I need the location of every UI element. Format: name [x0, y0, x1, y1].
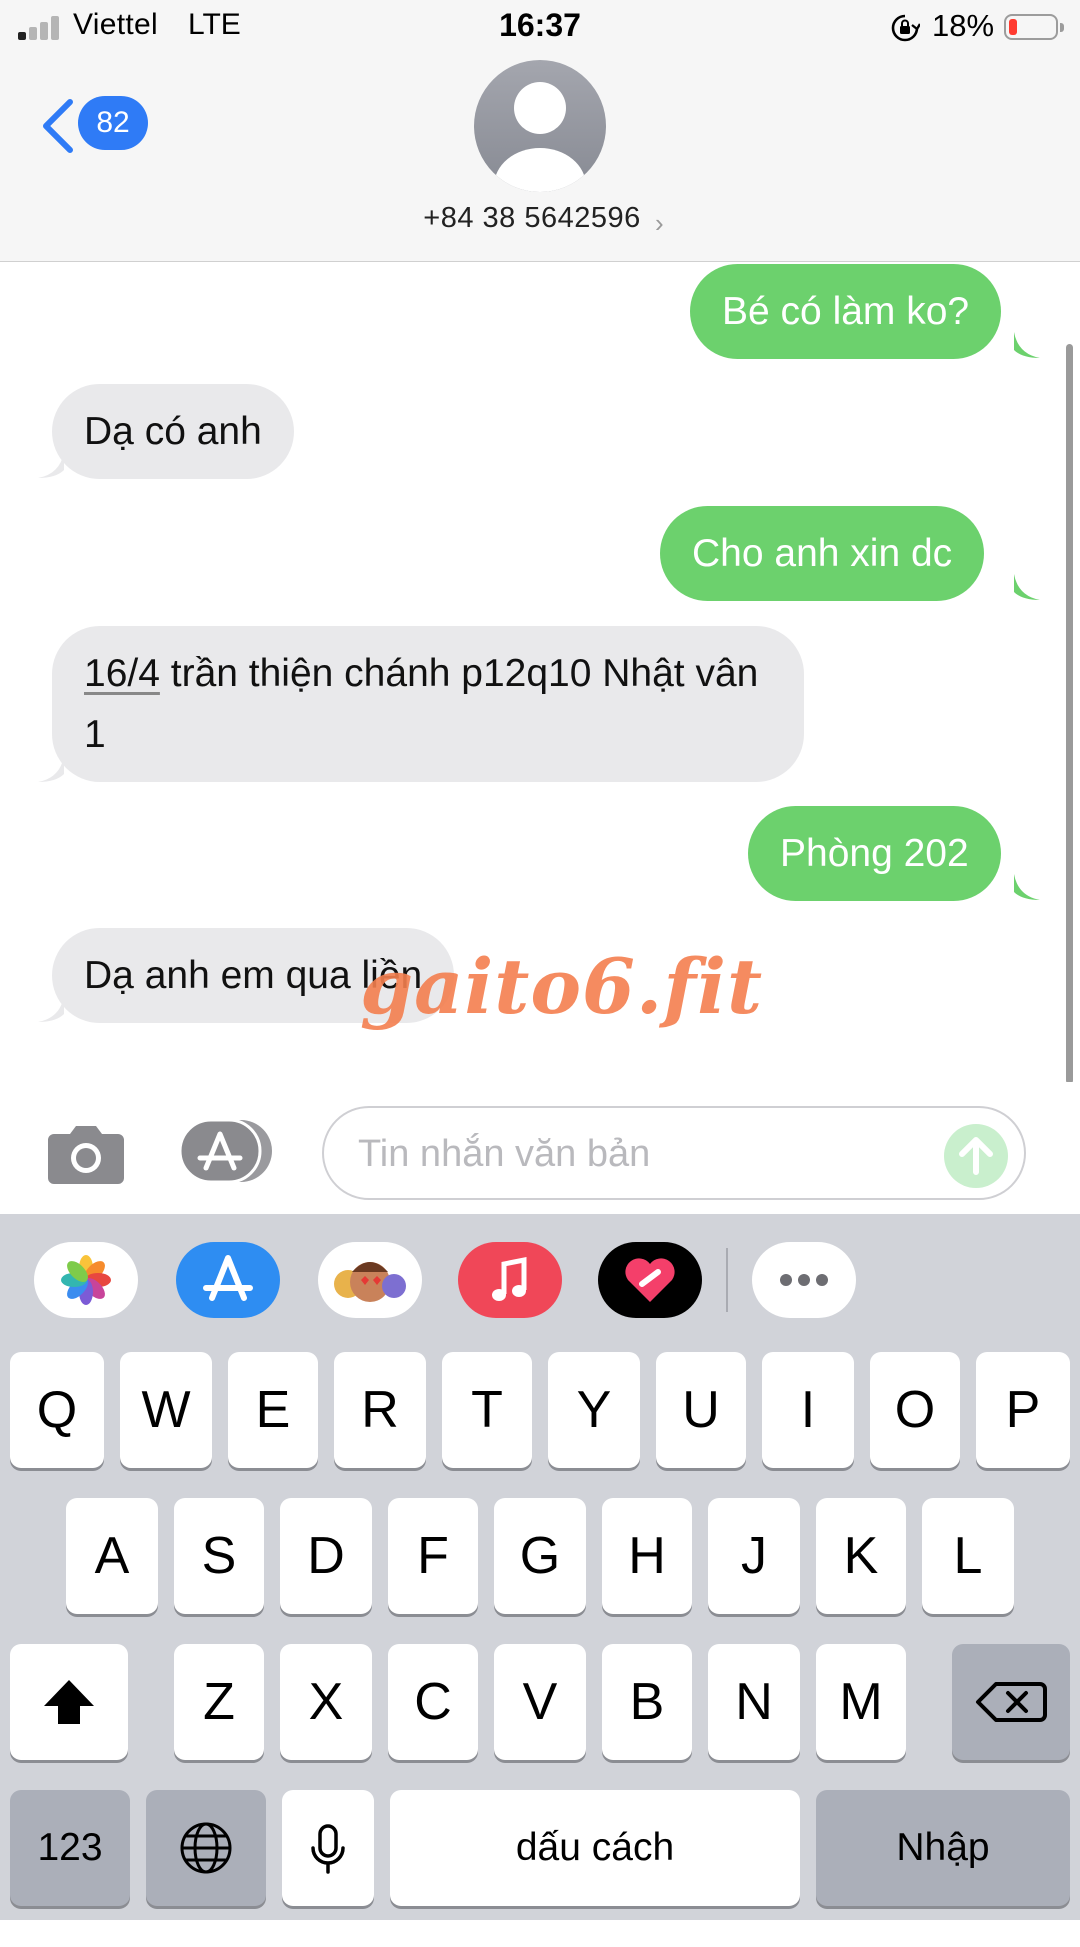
unread-count-badge[interactable]: 82 — [78, 96, 148, 150]
key-e[interactable]: E — [228, 1352, 318, 1468]
key-y[interactable]: Y — [548, 1352, 640, 1468]
key-j[interactable]: J — [708, 1498, 800, 1614]
bubble-tail — [1014, 574, 1040, 600]
message-text: trần thiện chánh p12q10 Nhật vân 1 — [84, 652, 759, 756]
space-key[interactable]: dấu cách — [390, 1790, 800, 1906]
key-d[interactable]: D — [280, 1498, 372, 1614]
camera-icon[interactable] — [46, 1122, 126, 1184]
key-s[interactable]: S — [174, 1498, 264, 1614]
imessage-app-strip — [0, 1214, 1080, 1344]
chevron-left-icon[interactable] — [40, 98, 76, 154]
key-m[interactable]: M — [816, 1644, 906, 1760]
key-h[interactable]: H — [602, 1498, 692, 1614]
key-l[interactable]: L — [922, 1498, 1014, 1614]
rotation-lock-icon — [891, 14, 920, 42]
message-text: Cho anh xin dc — [692, 532, 953, 575]
battery-percent: 18% — [932, 8, 995, 43]
key-w[interactable]: W — [120, 1352, 212, 1468]
send-button[interactable] — [944, 1124, 1008, 1188]
app-store-icon[interactable] — [180, 1120, 278, 1182]
key-q[interactable]: Q — [10, 1352, 104, 1468]
key-r[interactable]: R — [334, 1352, 426, 1468]
message-input-field[interactable] — [322, 1106, 1026, 1200]
incoming-message[interactable]: 16/4 trần thiện chánh p12q10 Nhật vân 1 — [52, 626, 804, 782]
more-apps-icon[interactable] — [752, 1242, 856, 1318]
key-t[interactable]: T — [442, 1352, 532, 1468]
message-text: Phòng 202 — [780, 832, 969, 875]
incoming-message[interactable]: Dạ có anh — [52, 384, 294, 479]
key-c[interactable]: C — [388, 1644, 478, 1760]
backspace-icon — [976, 1682, 1047, 1722]
bubble-tail — [1014, 332, 1040, 358]
outgoing-message[interactable]: Cho anh xin dc — [660, 506, 985, 601]
key-x[interactable]: X — [280, 1644, 372, 1760]
key-v[interactable]: V — [494, 1644, 586, 1760]
keyboard: Q W E R T Y U I O P A S D F G H J K L Z … — [0, 1214, 1080, 1920]
memoji-app-icon[interactable] — [318, 1242, 422, 1318]
key-a[interactable]: A — [66, 1498, 158, 1614]
app-store-app-icon[interactable] — [176, 1242, 280, 1318]
outgoing-message[interactable]: Bé có làm ko? — [690, 264, 1002, 359]
address-link[interactable]: 16/4 — [84, 652, 160, 695]
photos-app-icon[interactable] — [34, 1242, 138, 1318]
key-b[interactable]: B — [602, 1644, 692, 1760]
globe-key[interactable] — [146, 1790, 266, 1906]
return-key[interactable]: Nhập — [816, 1790, 1070, 1906]
music-app-icon[interactable] — [458, 1242, 562, 1318]
contact-number[interactable]: +84 38 5642596 — [0, 202, 1064, 235]
numbers-key[interactable]: 123 — [10, 1790, 130, 1906]
outgoing-message[interactable]: Phòng 202 — [748, 806, 1001, 901]
key-g[interactable]: G — [494, 1498, 586, 1614]
shift-key[interactable] — [10, 1644, 128, 1760]
message-list[interactable]: Bé có làm ko? Dạ có anh Cho anh xin dc 1… — [0, 262, 1080, 1084]
key-u[interactable]: U — [656, 1352, 746, 1468]
compose-bar — [0, 1082, 1080, 1214]
key-o[interactable]: O — [870, 1352, 960, 1468]
key-i[interactable]: I — [762, 1352, 854, 1468]
microphone-icon — [311, 1824, 345, 1874]
message-text: Bé có làm ko? — [722, 290, 970, 333]
key-p[interactable]: P — [976, 1352, 1070, 1468]
send-arrow-icon — [959, 1137, 993, 1175]
battery-icon — [1004, 14, 1064, 40]
key-n[interactable]: N — [708, 1644, 800, 1760]
chevron-right-icon[interactable]: › — [655, 208, 664, 239]
key-f[interactable]: F — [388, 1498, 478, 1614]
conversation-header: 82 +84 38 5642596 › — [0, 56, 1080, 262]
divider — [726, 1248, 728, 1312]
person-avatar-icon[interactable] — [474, 60, 606, 192]
bubble-tail — [38, 996, 64, 1022]
message-text: Dạ có anh — [84, 410, 262, 453]
globe-icon — [180, 1822, 232, 1874]
digital-touch-app-icon[interactable] — [598, 1242, 702, 1318]
watermark: gaito6.fit — [360, 942, 764, 1031]
backspace-key[interactable] — [952, 1644, 1070, 1760]
key-z[interactable]: Z — [174, 1644, 264, 1760]
bubble-tail — [38, 452, 64, 478]
dictation-key[interactable] — [282, 1790, 374, 1906]
bubble-tail — [1014, 874, 1040, 900]
bubble-tail — [38, 756, 64, 782]
scrollbar[interactable] — [1066, 344, 1073, 1084]
shift-icon — [44, 1680, 94, 1724]
message-input[interactable] — [356, 1124, 940, 1184]
status-bar: Viettel LTE 16:37 18% — [0, 0, 1080, 56]
key-k[interactable]: K — [816, 1498, 906, 1614]
